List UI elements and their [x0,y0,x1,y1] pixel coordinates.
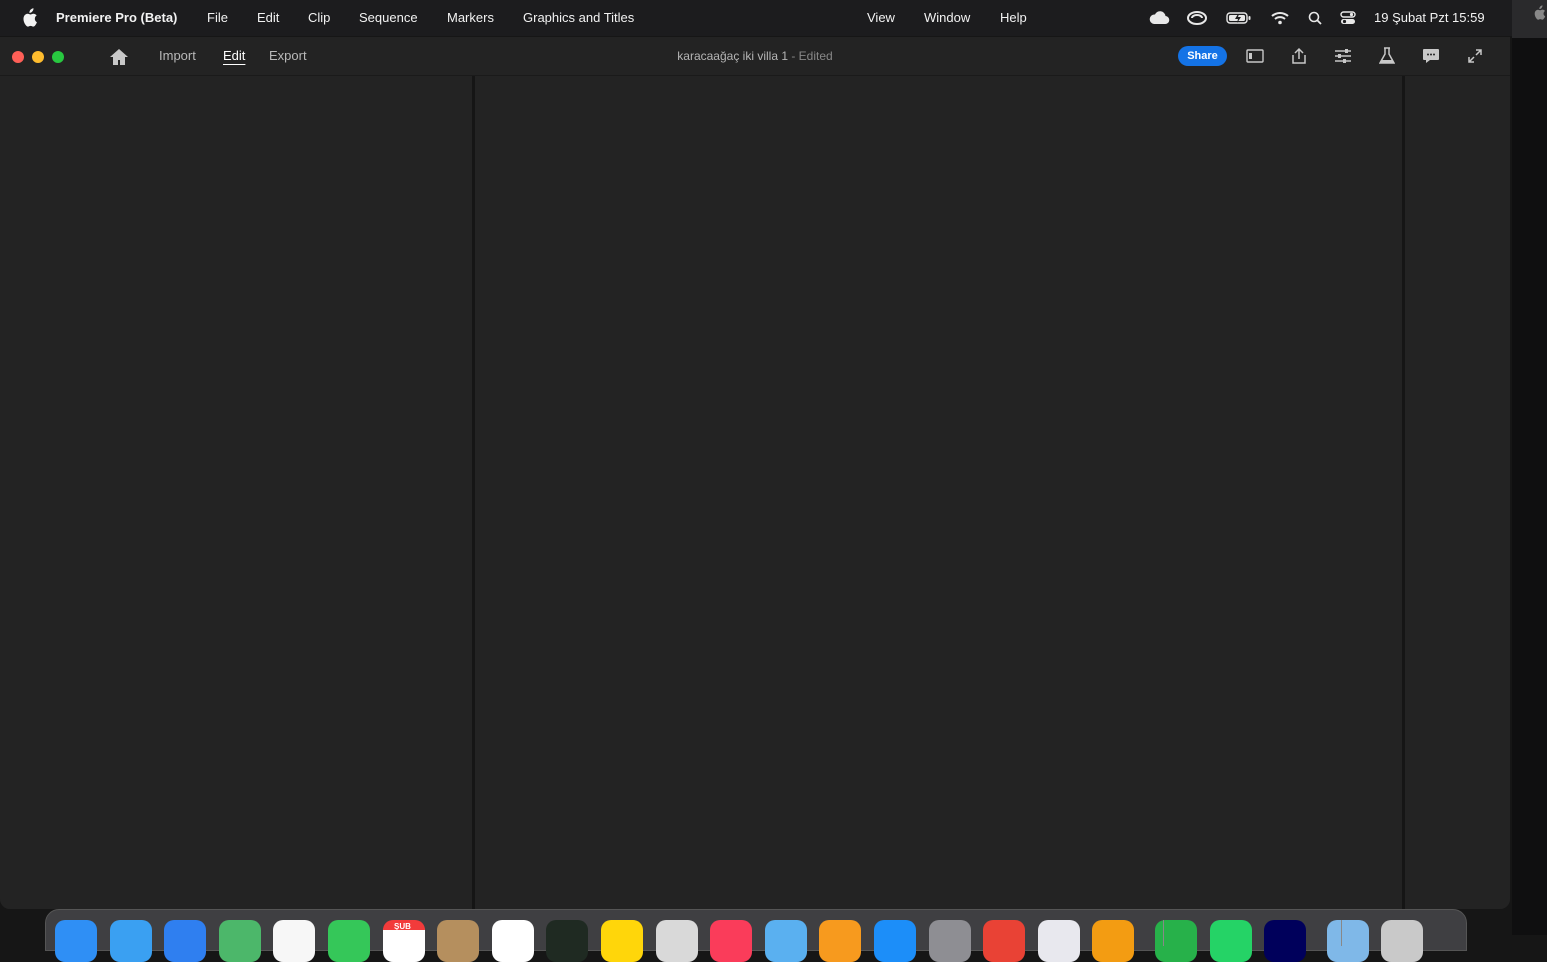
numbers-icon[interactable] [1155,920,1197,962]
feedback-icon[interactable] [1420,46,1442,66]
calendar-month-label: ŞUB [394,922,411,931]
app-menu[interactable]: Premiere Pro (Beta) [56,10,177,26]
premiere-icon[interactable] [1264,920,1307,962]
beta-labs-flask-icon[interactable] [1376,46,1398,66]
menu-file[interactable]: File [207,10,228,26]
pages-icon[interactable] [819,920,862,962]
control-center-icon[interactable] [1339,8,1357,28]
center-panel [475,76,1402,909]
quick-export-icon[interactable] [1288,46,1310,66]
left-panel [0,76,472,909]
mail-icon[interactable] [164,920,207,962]
notes-icon[interactable] [601,920,643,962]
safari-icon[interactable] [109,920,152,962]
creative-cloud-icon[interactable] [1186,8,1208,28]
dock-separator [1163,920,1164,946]
dock: ŞUB [45,909,1467,962]
menu-clip[interactable]: Clip [308,10,330,26]
reminders-icon[interactable] [491,920,534,962]
menu-sequence[interactable]: Sequence [359,10,418,26]
appstore-icon[interactable] [874,920,916,962]
window-header: Import Edit Export karacaağaç iki villa … [0,37,1510,76]
dock-separator [1341,920,1342,946]
secondary-menubar [1512,0,1547,38]
menu-help[interactable]: Help [1000,10,1027,26]
menubar-clock[interactable]: 19 Şubat Pzt 15:59 [1374,10,1485,25]
terminal-icon[interactable] [546,920,589,962]
battery-icon[interactable] [1226,8,1252,28]
contacts-icon[interactable] [437,920,480,962]
share-button[interactable]: Share [1178,46,1227,66]
music-icon[interactable] [710,920,753,962]
wifi-icon[interactable] [1270,8,1290,28]
workspaces-menu-icon[interactable] [1332,46,1354,66]
system-settings-icon[interactable] [928,920,971,962]
workspace-panel-icon[interactable] [1244,46,1266,66]
document-title: karacaağaç iki villa 1 - Edited [0,48,1510,64]
project-name: karacaağaç iki villa 1 [677,49,788,63]
photos-icon[interactable] [273,920,316,962]
menu-graphics-and-titles[interactable]: Graphics and Titles [523,10,634,26]
desktop-background [1512,0,1547,935]
keynote-icon[interactable] [1092,920,1135,962]
whatsapp-icon[interactable] [1209,920,1252,962]
apple-icon[interactable] [20,8,38,28]
facetime-icon[interactable] [328,920,370,962]
preview-photo-icon[interactable] [1037,920,1080,962]
menu-view[interactable]: View [867,10,895,26]
preview-icon[interactable] [764,920,807,962]
fullscreen-icon[interactable] [1464,46,1486,66]
spotlight-search-icon[interactable] [1306,8,1324,28]
menu-edit[interactable]: Edit [257,10,279,26]
menu-bar: Premiere Pro (Beta) File Edit Clip Seque… [0,0,1547,36]
premiere-window: Import Edit Export karacaağaç iki villa … [0,37,1510,909]
right-panel [1405,76,1510,909]
finder-icon[interactable] [55,920,97,962]
menu-markers[interactable]: Markers [447,10,494,26]
edited-status: - Edited [791,49,833,63]
launchpad-icon[interactable] [655,920,698,962]
downloads-folder-icon[interactable] [1326,920,1369,962]
menu-window[interactable]: Window [924,10,970,26]
maps-icon[interactable] [218,920,261,962]
apple-icon-secondary [1534,5,1546,20]
chrome-icon[interactable] [983,920,1026,962]
icloud-icon[interactable] [1148,8,1170,28]
trash-icon[interactable] [1381,920,1424,962]
